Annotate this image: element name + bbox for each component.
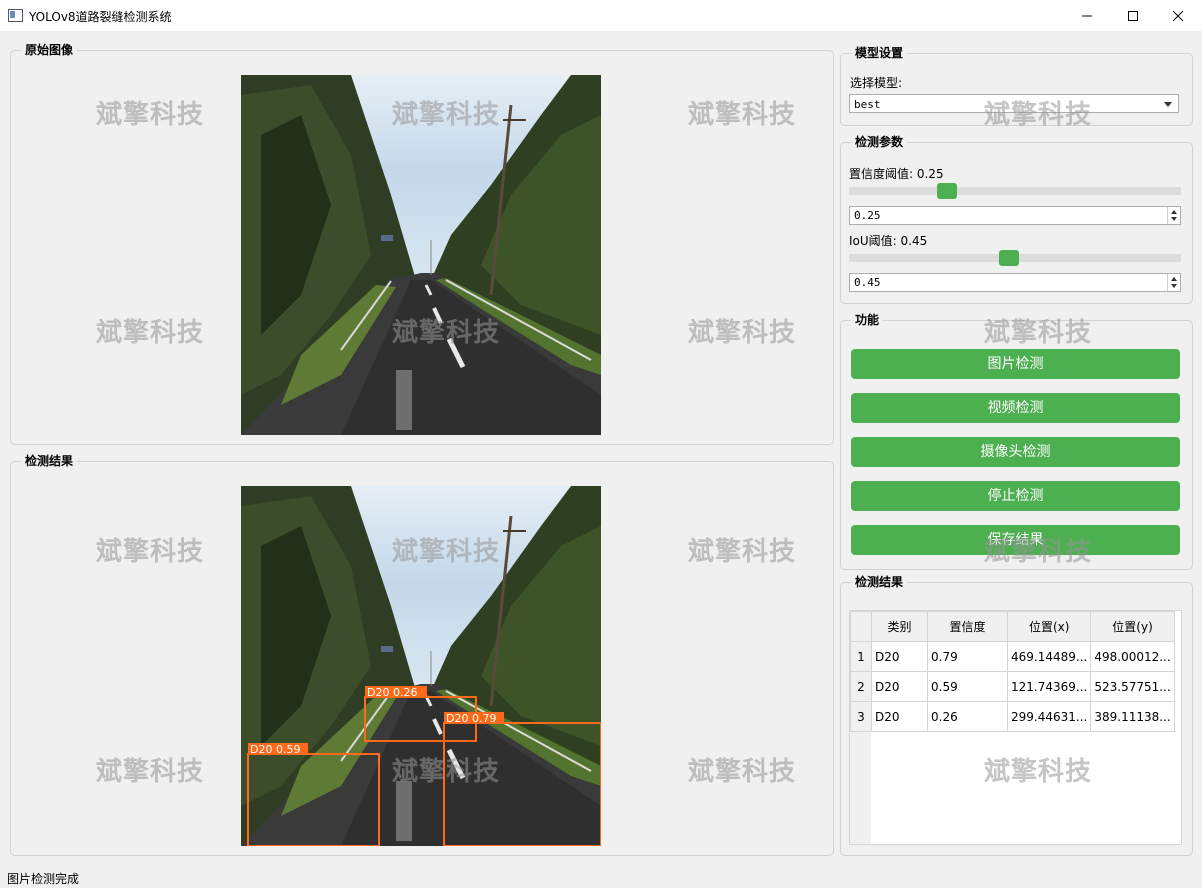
- position-y-cell[interactable]: 389.11138...: [1090, 701, 1175, 732]
- iou-slider-handle[interactable]: [999, 250, 1019, 266]
- confidence-value: 0.25: [854, 209, 881, 222]
- confidence-slider[interactable]: [849, 183, 1181, 199]
- functions-title: 功能: [851, 313, 884, 328]
- detection-label: D20 0.79: [446, 712, 496, 725]
- class-cell[interactable]: D20: [871, 701, 928, 732]
- position-x-cell[interactable]: 121.74369...: [1006, 671, 1092, 702]
- detection-label: D20 0.59: [250, 743, 300, 756]
- position-x-cell[interactable]: 469.14489...: [1006, 641, 1092, 672]
- spin-up-icon[interactable]: [1171, 277, 1177, 281]
- column-header[interactable]: 位置(x): [1006, 611, 1092, 642]
- detection-params-title: 检测参数: [851, 135, 908, 150]
- spin-down-icon[interactable]: [1171, 284, 1177, 288]
- stop-detect-button[interactable]: 停止检测: [851, 481, 1180, 511]
- minimize-icon: [1082, 15, 1092, 16]
- maximize-icon: [1128, 10, 1138, 21]
- table-row[interactable]: 3 D20 0.26 299.44631... 389.11138...: [850, 701, 1175, 732]
- table-row[interactable]: 1 D20 0.79 469.14489... 498.00012...: [850, 641, 1175, 672]
- column-header[interactable]: 置信度: [927, 611, 1008, 642]
- table-header-row: 类别 置信度 位置(x) 位置(y): [850, 611, 1175, 642]
- iou-spinbox[interactable]: 0.45: [849, 273, 1181, 292]
- original-panel-title: 原始图像: [21, 43, 78, 58]
- original-image: [241, 75, 601, 435]
- model-select-label: 选择模型:: [850, 76, 903, 90]
- iou-value: 0.45: [854, 276, 881, 289]
- close-button[interactable]: [1155, 0, 1201, 31]
- results-table[interactable]: 类别 置信度 位置(x) 位置(y) 1 D20 0.79 469.14489.…: [849, 610, 1182, 845]
- row-number[interactable]: 2: [850, 671, 872, 702]
- status-text: 图片检测完成: [7, 872, 80, 886]
- class-cell[interactable]: D20: [871, 671, 928, 702]
- spin-up-icon[interactable]: [1171, 210, 1177, 214]
- position-y-cell[interactable]: 498.00012...: [1090, 641, 1175, 672]
- column-header[interactable]: 位置(y): [1090, 611, 1175, 642]
- model-select[interactable]: best: [849, 94, 1179, 113]
- confidence-spinbox[interactable]: 0.25: [849, 206, 1181, 225]
- window-title: YOLOv8道路裂缝检测系统: [29, 10, 172, 24]
- position-y-cell[interactable]: 523.57751...: [1090, 671, 1175, 702]
- model-select-value: best: [854, 98, 881, 111]
- table-corner[interactable]: [850, 611, 872, 642]
- confidence-cell[interactable]: 0.59: [927, 671, 1008, 702]
- table-row[interactable]: 2 D20 0.59 121.74369... 523.57751...: [850, 671, 1175, 702]
- results-table-title: 检测结果: [851, 575, 908, 590]
- status-bar: 图片检测完成: [0, 866, 1202, 888]
- column-header[interactable]: 类别: [871, 611, 928, 642]
- confidence-cell[interactable]: 0.79: [927, 641, 1008, 672]
- iou-slider[interactable]: [849, 250, 1181, 266]
- app-window-icon: [8, 9, 23, 22]
- position-x-cell[interactable]: 299.44631...: [1006, 701, 1092, 732]
- row-number[interactable]: 3: [850, 701, 872, 732]
- video-detect-button[interactable]: 视频检测: [851, 393, 1180, 423]
- minimize-button[interactable]: [1064, 0, 1110, 31]
- detection-label: D20 0.26: [367, 686, 417, 699]
- confidence-cell[interactable]: 0.26: [927, 701, 1008, 732]
- confidence-slider-handle[interactable]: [937, 183, 957, 199]
- iou-label: IoU阈值: 0.45: [849, 234, 928, 248]
- result-panel-title: 检测结果: [21, 454, 78, 469]
- row-number[interactable]: 1: [850, 641, 872, 672]
- spin-down-icon[interactable]: [1171, 217, 1177, 221]
- camera-detect-button[interactable]: 摄像头检测: [851, 437, 1180, 467]
- class-cell[interactable]: D20: [871, 641, 928, 672]
- save-results-button[interactable]: 保存结果: [851, 525, 1180, 555]
- chevron-down-icon[interactable]: [1164, 102, 1172, 107]
- result-image: D20 0.26 D20 0.79 D20 0.59: [241, 486, 601, 846]
- image-detect-button[interactable]: 图片检测: [851, 349, 1180, 379]
- maximize-button[interactable]: [1110, 0, 1156, 31]
- confidence-label: 置信度阈值: 0.25: [849, 167, 944, 181]
- model-settings-title: 模型设置: [851, 46, 908, 61]
- close-icon: [1172, 10, 1184, 21]
- title-bar: YOLOv8道路裂缝检测系统: [0, 0, 1202, 31]
